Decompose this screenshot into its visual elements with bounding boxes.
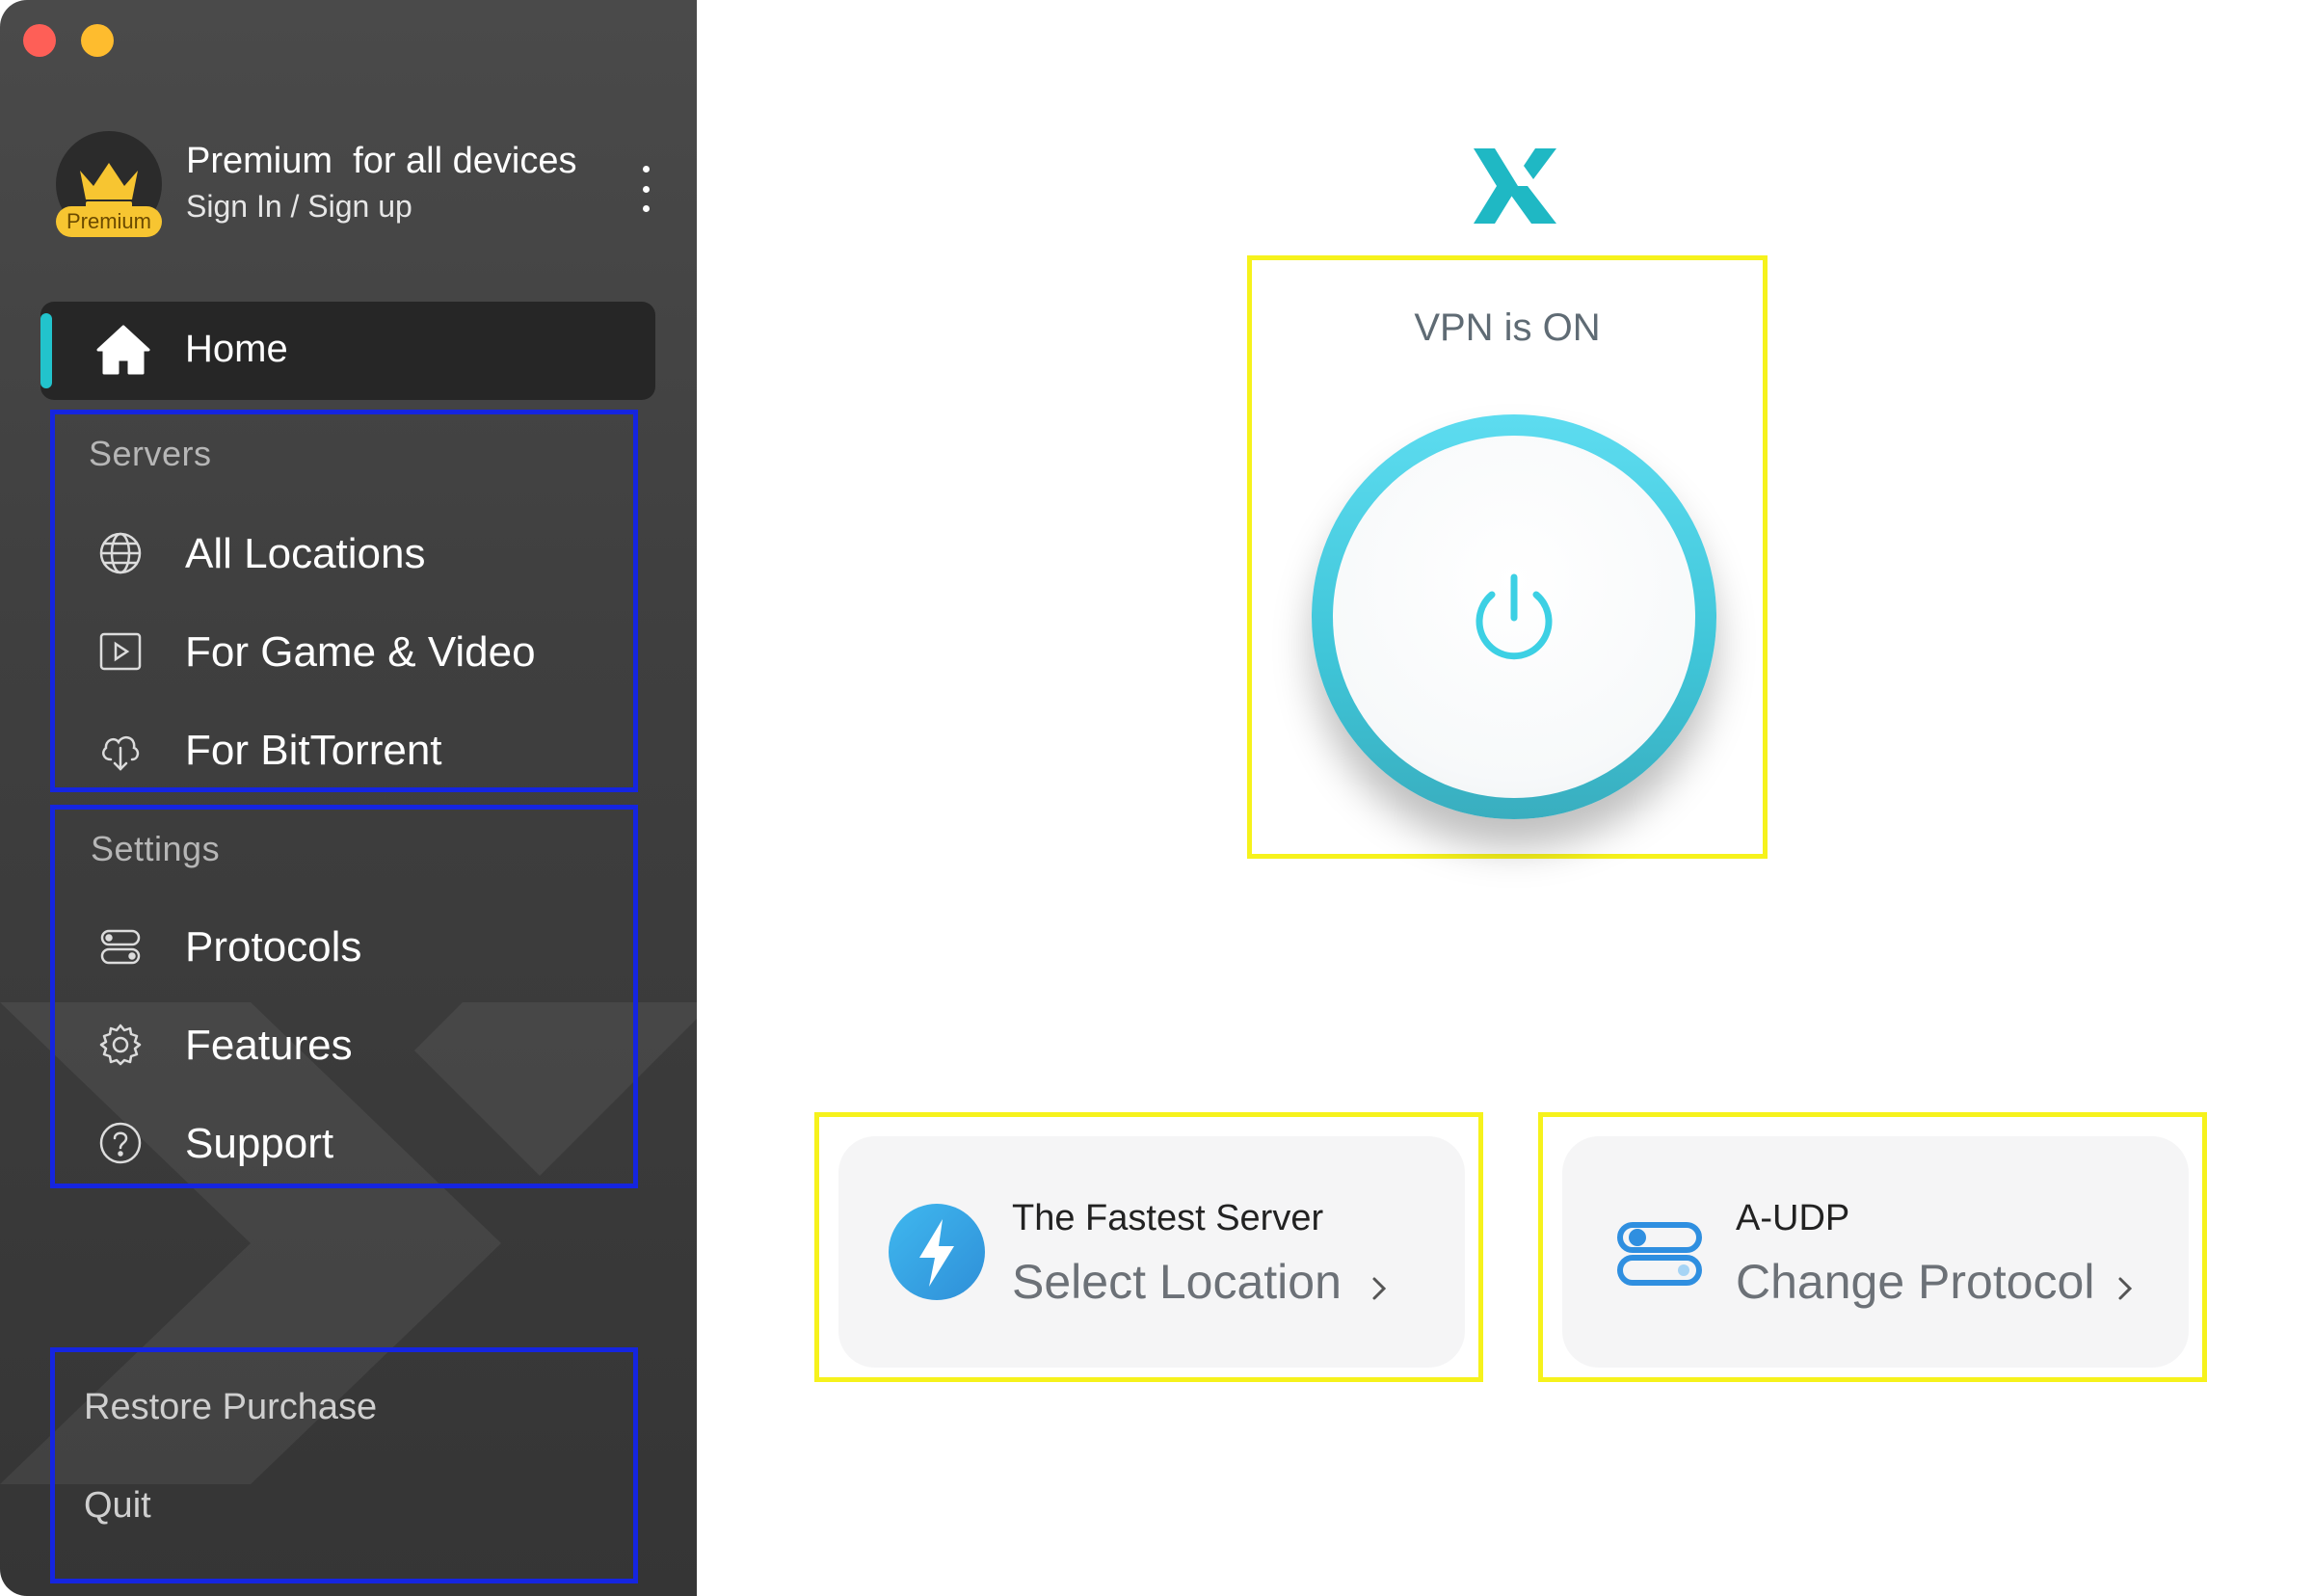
account-header[interactable]: Premium Premium for all devices Sign In … xyxy=(56,127,653,253)
account-title: Premium for all devices xyxy=(186,141,577,181)
toggles-icon xyxy=(100,929,141,965)
sidebar-item-bittorrent[interactable]: For BitTorrent xyxy=(55,709,633,786)
cloud-download-icon xyxy=(102,735,140,771)
sidebar-item-label: Support xyxy=(185,1120,334,1167)
sidebar-item-game-video[interactable]: For Game & Video xyxy=(55,611,633,688)
section-title-settings: Settings xyxy=(91,829,221,868)
protocol-card-title: A-UDP xyxy=(1736,1198,1850,1238)
sidebar-item-support[interactable]: Support xyxy=(55,1103,633,1180)
power-icon xyxy=(1476,573,1553,660)
section-title-servers: Servers xyxy=(89,434,212,473)
chevron-right-icon xyxy=(2118,1277,2133,1300)
sidebar-item-label: Home xyxy=(185,328,288,370)
sign-in-link[interactable]: Sign In / Sign up xyxy=(186,189,412,225)
premium-badge: Premium xyxy=(56,206,162,237)
sidebar-item-label: For Game & Video xyxy=(185,628,536,676)
restore-purchase-button[interactable]: Restore Purchase xyxy=(84,1387,377,1428)
brand-logo-icon xyxy=(1474,148,1556,224)
protocol-card-action: Change Protocol xyxy=(1736,1255,2095,1309)
vpn-status-text: VPN is ON xyxy=(1414,306,1601,349)
server-card-title: The Fastest Server xyxy=(1012,1198,1324,1238)
settings-section: Settings Protocols Features Support xyxy=(50,805,638,1188)
main-panel: VPN is ON The Fastest Server Select Loca… xyxy=(697,0,2313,1596)
sidebar-item-label: For BitTorrent xyxy=(185,727,442,774)
sidebar: Premium Premium for all devices Sign In … xyxy=(0,0,697,1596)
gear-icon xyxy=(99,1024,142,1066)
footer-section: Restore Purchase Quit xyxy=(50,1347,638,1583)
change-protocol-card[interactable]: A-UDP Change Protocol xyxy=(1562,1136,2189,1368)
play-icon xyxy=(99,632,142,671)
toggles-icon xyxy=(1617,1222,1702,1286)
lightning-icon xyxy=(889,1204,985,1300)
servers-section: Servers All Locations For Game & Video F… xyxy=(50,410,638,792)
globe-icon xyxy=(99,532,142,574)
sidebar-item-label: All Locations xyxy=(185,530,426,577)
minimize-window-button[interactable] xyxy=(81,24,114,57)
sidebar-item-features[interactable]: Features xyxy=(55,1004,633,1081)
sidebar-item-label: Protocols xyxy=(185,923,362,971)
protocol-card-highlight: A-UDP Change Protocol xyxy=(1538,1112,2207,1382)
select-location-card[interactable]: The Fastest Server Select Location xyxy=(838,1136,1465,1368)
server-card-highlight: The Fastest Server Select Location xyxy=(814,1112,1483,1382)
sidebar-item-protocols[interactable]: Protocols xyxy=(55,906,633,983)
power-button-face xyxy=(1333,436,1695,798)
vpn-status-panel: VPN is ON xyxy=(1247,255,1768,859)
chevron-right-icon xyxy=(1372,1277,1387,1300)
help-icon xyxy=(99,1122,142,1164)
selected-indicator xyxy=(40,313,52,388)
sidebar-item-all-locations[interactable]: All Locations xyxy=(55,513,633,590)
close-window-button[interactable] xyxy=(23,24,56,57)
server-card-action: Select Location xyxy=(1012,1255,1342,1309)
more-options-icon[interactable] xyxy=(634,166,657,212)
sidebar-item-label: Features xyxy=(185,1022,353,1069)
home-icon xyxy=(96,325,150,375)
sidebar-item-home[interactable]: Home xyxy=(40,302,655,400)
quit-button[interactable]: Quit xyxy=(84,1485,151,1527)
power-button[interactable] xyxy=(1312,414,1716,819)
crown-icon xyxy=(80,163,138,209)
